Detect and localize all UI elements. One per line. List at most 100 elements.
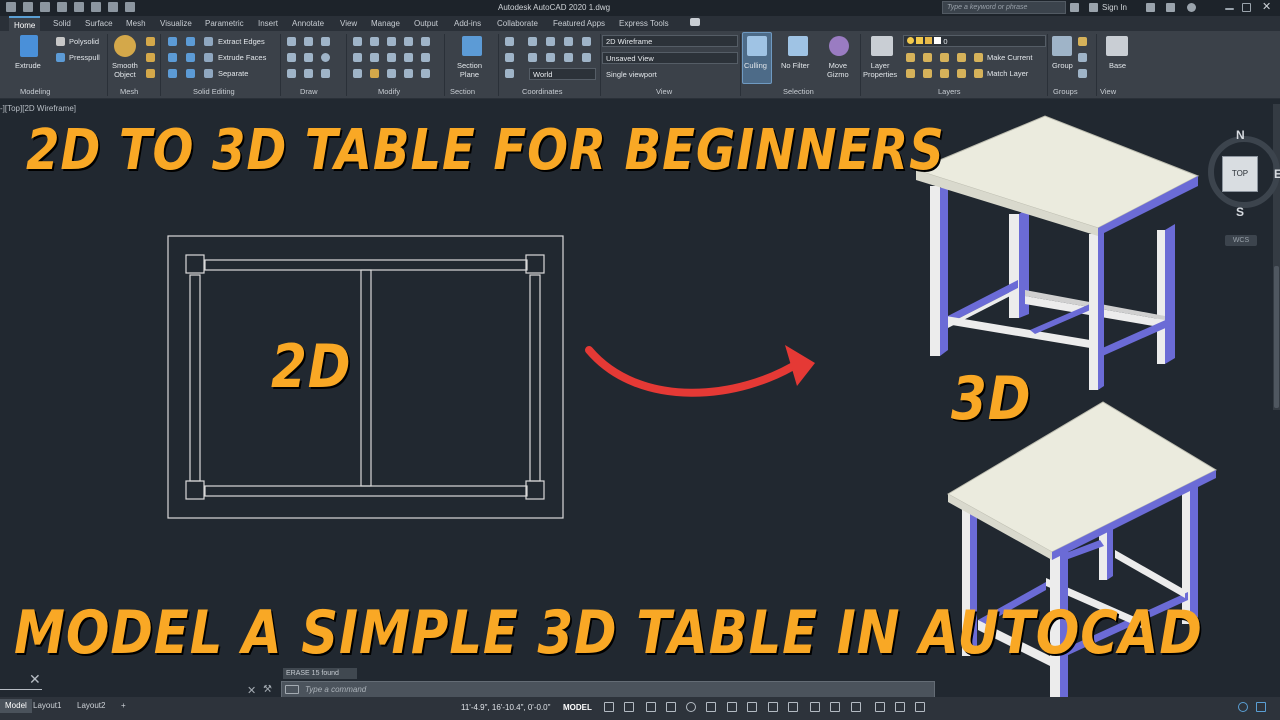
customize-wrench-icon[interactable]: ⚒ [263,684,272,695]
selection-cycling-icon[interactable] [810,702,820,712]
gizmo-icon[interactable] [895,702,905,712]
layer-properties-button[interactable]: Layer Properties [863,61,897,79]
panel-label-coordinates[interactable]: Coordinates [522,87,562,96]
circle-icon[interactable] [321,53,330,62]
viewport-controls[interactable]: -][Top][2D Wireframe] [0,104,76,113]
tab-home[interactable]: Home [9,16,41,31]
plot-icon[interactable] [91,2,101,12]
annotation-visibility-icon[interactable] [915,702,925,712]
extract-edges-button[interactable]: Extract Edges [218,37,265,46]
base-view-button[interactable]: Base [1109,61,1126,70]
ucs-object-icon[interactable] [528,53,537,62]
scrollbar-thumb[interactable] [1274,266,1279,408]
user-icon[interactable] [1089,3,1098,12]
compass-north[interactable]: N [1236,128,1245,142]
smooth-object-button[interactable]: Smooth Object [112,61,138,79]
stretch-icon[interactable] [370,53,379,62]
viewport-config-button[interactable]: Single viewport [606,70,657,79]
panel-label-view-2[interactable]: View [1100,87,1116,96]
rotate-icon[interactable] [370,37,379,46]
save-icon[interactable] [57,2,67,12]
erase-icon[interactable] [353,69,362,78]
tab-surface[interactable]: Surface [85,19,113,28]
group-select-icon[interactable] [1078,69,1087,78]
save-as-icon[interactable] [74,2,84,12]
layer-tool-icon[interactable] [923,53,932,62]
command-input[interactable] [281,681,935,698]
extrude-faces-button[interactable]: Extrude Faces [218,53,266,62]
connect-icon[interactable] [1166,3,1175,12]
ucs-icon[interactable] [505,37,514,46]
array-icon[interactable] [404,53,413,62]
tab-solid[interactable]: Solid [53,19,71,28]
maximize-icon[interactable] [1242,3,1251,12]
no-filter-button[interactable]: No Filter [781,61,809,70]
mesh-tool-icon[interactable] [146,69,155,78]
compass-east[interactable]: E [1274,167,1280,181]
tab-annotate[interactable]: Annotate [292,19,324,28]
tab-express-tools[interactable]: Express Tools [619,19,669,28]
tab-add-ins[interactable]: Add-ins [454,19,481,28]
ellipse-icon[interactable] [304,53,313,62]
close-icon[interactable]: ✕ [29,671,41,688]
mesh-tool-icon[interactable] [146,37,155,46]
join-icon[interactable] [404,69,413,78]
ucs-z-icon[interactable] [582,37,591,46]
explode-icon[interactable] [370,69,379,78]
undo-icon[interactable] [108,2,118,12]
line-icon[interactable] [287,37,296,46]
align-icon[interactable] [421,69,430,78]
ribbon-toggle-icon[interactable] [690,18,700,26]
group-edit-icon[interactable] [1078,53,1087,62]
panel-label-selection[interactable]: Selection [783,87,814,96]
3d-osnap-icon[interactable] [830,702,840,712]
tab-layout1[interactable]: Layout1 [28,699,66,713]
object-snap-icon[interactable] [747,702,757,712]
search-icon[interactable] [1070,3,1079,12]
ucs-origin-icon[interactable] [528,37,537,46]
group-button[interactable]: Group [1052,61,1073,70]
tab-visualize[interactable]: Visualize [160,19,192,28]
viewcube-top-face[interactable]: TOP [1222,156,1258,192]
named-view-dropdown[interactable]: Unsaved View [602,52,738,64]
redo-icon[interactable] [125,2,135,12]
make-current-button[interactable]: Make Current [987,53,1032,62]
rectangle-icon[interactable] [304,69,313,78]
model-space-button[interactable]: MODEL [563,703,592,712]
panel-label-layers[interactable]: Layers [938,87,961,96]
layer-tool-icon[interactable] [940,53,949,62]
tab-mesh[interactable]: Mesh [126,19,146,28]
arc-icon[interactable] [321,37,330,46]
union-icon[interactable] [168,37,177,46]
wcs-menu[interactable]: WCS [1225,235,1257,246]
polysolid-button[interactable]: Polysolid [69,37,99,46]
tab-view[interactable]: View [340,19,357,28]
close-icon[interactable]: ✕ [1262,0,1271,13]
intersect-icon[interactable] [168,53,177,62]
ucs-3point-icon[interactable] [564,53,573,62]
panel-label-modify[interactable]: Modify [378,87,400,96]
new-file-icon[interactable] [23,2,33,12]
section-plane-button[interactable]: Section Plane [457,61,482,79]
presspull-button[interactable]: Presspull [69,53,100,62]
mirror-icon[interactable] [421,37,430,46]
isolate-objects-icon[interactable] [1238,702,1248,712]
panel-label-view[interactable]: View [656,87,672,96]
object-snap-tracking-icon[interactable] [727,702,737,712]
panel-label-modeling[interactable]: Modeling [20,87,50,96]
tab-parametric[interactable]: Parametric [205,19,244,28]
isodraft-icon[interactable] [706,702,716,712]
dynamic-ucs-icon[interactable] [851,702,861,712]
ungroup-icon[interactable] [1078,37,1087,46]
layer-tool-icon[interactable] [923,69,932,78]
infer-constraints-icon[interactable] [646,702,656,712]
scale-icon[interactable] [387,53,396,62]
visual-style-dropdown[interactable]: 2D Wireframe [602,35,738,47]
grid-icon[interactable] [604,702,614,712]
layer-tool-icon[interactable] [957,53,966,62]
ucs-view-icon[interactable] [505,53,514,62]
minimize-icon[interactable] [1225,8,1234,10]
close-command-icon[interactable]: ✕ [247,684,256,697]
culling-button[interactable]: Culling [744,61,767,70]
panel-label-mesh[interactable]: Mesh [120,87,138,96]
